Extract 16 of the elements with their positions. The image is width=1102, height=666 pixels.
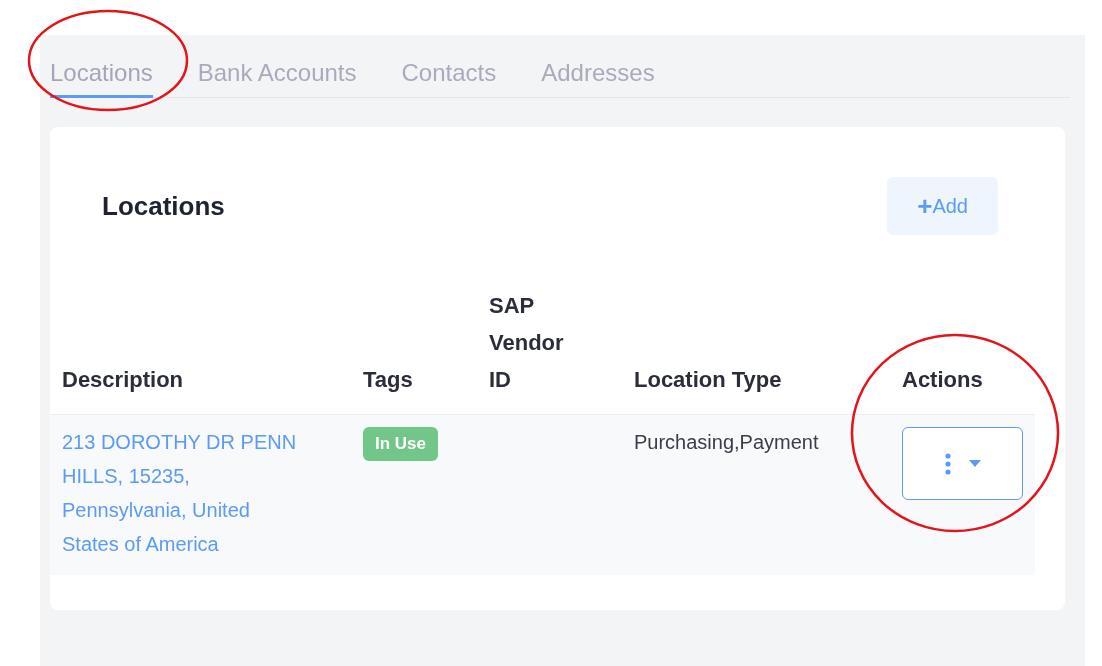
actions-dropdown-button[interactable] xyxy=(902,427,1023,500)
column-header: Tags xyxy=(363,366,414,394)
column-header: SAP Vendor ID xyxy=(489,292,565,394)
card-title: Locations xyxy=(102,189,225,223)
kebab-icon xyxy=(944,452,951,475)
column-header: Actions xyxy=(902,366,984,394)
column-header: Location Type xyxy=(634,366,783,394)
location-link[interactable]: 213 DOROTHY DR PENN HILLS, 15235, Pennsylvania, United States of America xyxy=(62,425,312,561)
tab[interactable]: Bank Accounts xyxy=(197,35,357,98)
column-header: Description xyxy=(62,366,185,394)
tab[interactable]: Addresses xyxy=(541,35,655,98)
caret-icon xyxy=(968,460,981,467)
status-tag: In Use xyxy=(363,427,439,461)
tab[interactable]: Contacts xyxy=(401,35,497,98)
add-button[interactable]: +Add xyxy=(887,177,998,235)
location-type: Purchasing,Payment xyxy=(634,431,819,453)
